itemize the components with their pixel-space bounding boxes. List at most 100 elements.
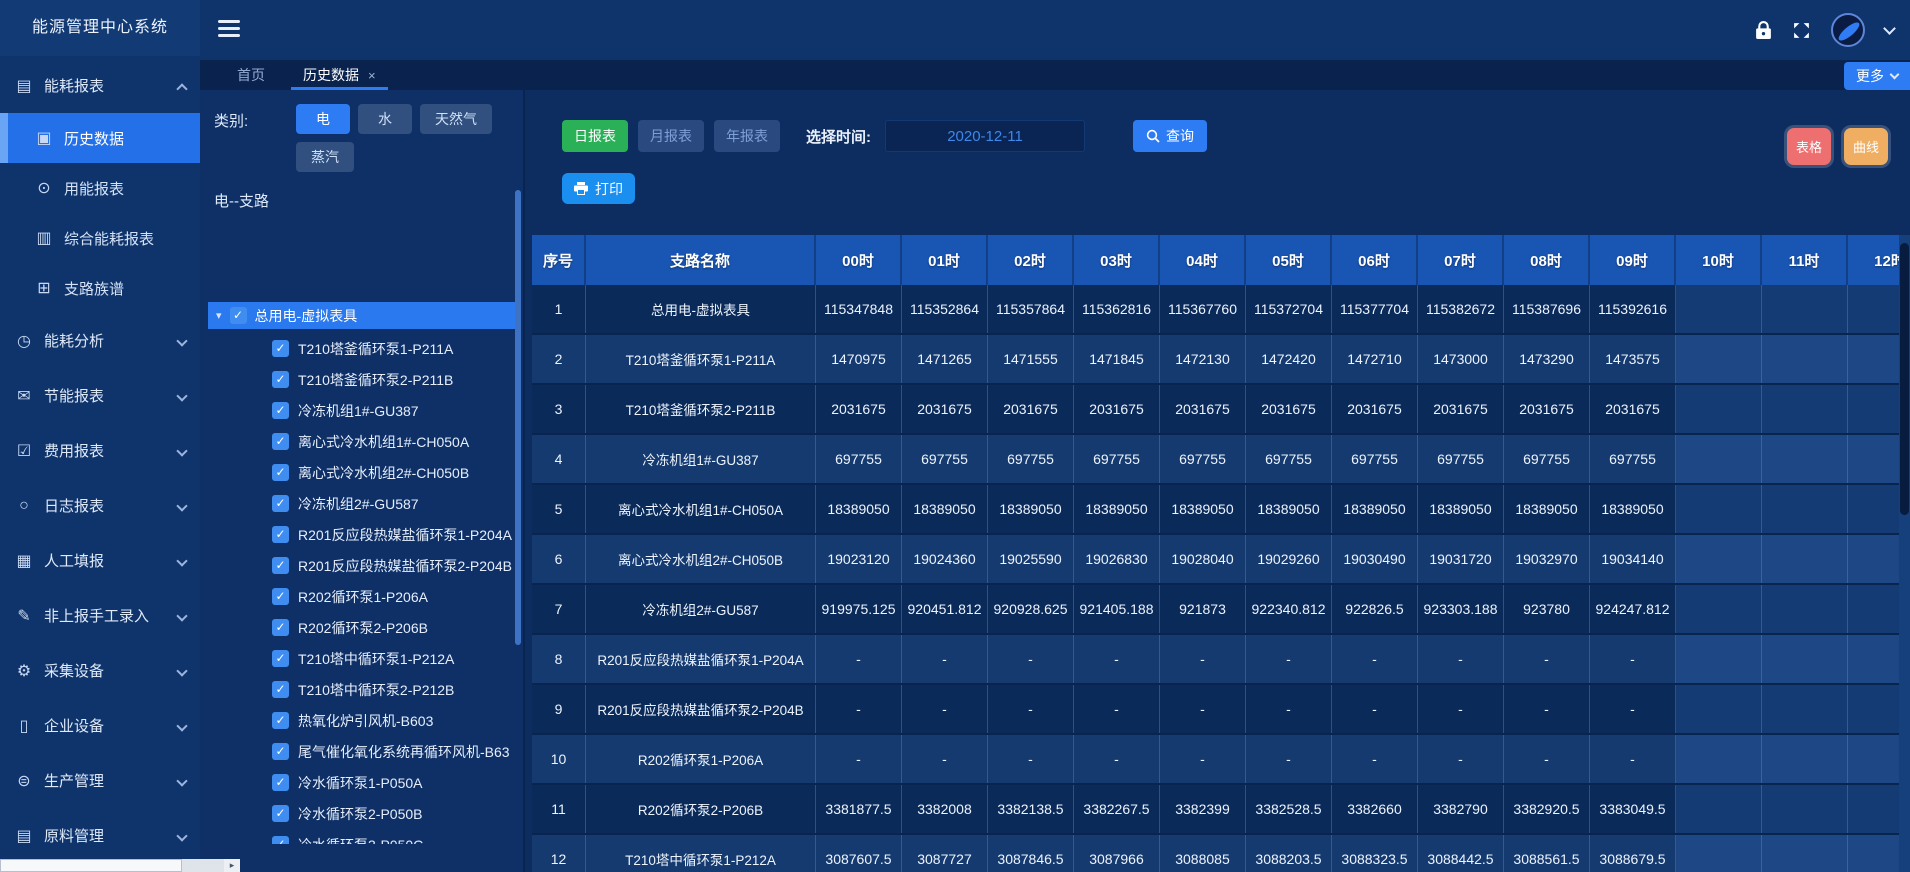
print-button[interactable]: 打印	[562, 173, 635, 204]
value-cell: 921873	[1160, 585, 1246, 633]
tree-node[interactable]: T210塔中循环泵1-P212A	[200, 643, 515, 674]
checkbox[interactable]	[272, 836, 289, 844]
page-tab[interactable]: 历史数据 ×	[291, 60, 388, 90]
checkbox[interactable]	[272, 495, 289, 512]
tree-node[interactable]: R201反应段热媒盐循环泵1-P204A	[200, 519, 515, 550]
tree-node[interactable]: R202循环泵1-P206A	[200, 581, 515, 612]
checkbox-checked[interactable]	[230, 307, 247, 324]
tree-node[interactable]: R201反应段热媒盐循环泵2-P204B	[200, 550, 515, 581]
checkbox[interactable]	[272, 371, 289, 388]
category-button[interactable]: 电	[296, 104, 350, 134]
table-view-button[interactable]: 表格	[1787, 128, 1831, 165]
sidebar-item[interactable]: ▤ 能耗报表	[0, 58, 200, 113]
tree-root-node[interactable]: ▾ 总用电-虚拟表具	[208, 302, 515, 329]
value-cell: 1473575	[1590, 335, 1676, 383]
table-row[interactable]: 5 离心式冷水机组1#-CH050A 18389050 18389050 183…	[532, 485, 1910, 535]
sidebar-item[interactable]: ⊜ 生产管理	[0, 753, 200, 808]
tree-node[interactable]: 尾气催化氧化系统再循环风机-B63	[200, 736, 515, 767]
lock-icon[interactable]	[1755, 21, 1772, 40]
scrollbar-thumb[interactable]	[1900, 243, 1909, 515]
category-button[interactable]: 天然气	[420, 104, 492, 134]
tree-node[interactable]: 冷水循环泵3-P050C	[200, 829, 515, 844]
category-button[interactable]: 水	[358, 104, 412, 134]
table-row[interactable]: 8 R201反应段热媒盐循环泵1-P204A - - - - -	[532, 635, 1910, 685]
sidebar-item[interactable]: ▤ 原料管理	[0, 808, 200, 858]
checkbox[interactable]	[272, 526, 289, 543]
tree-node[interactable]: 冷冻机组2#-GU587	[200, 488, 515, 519]
sidebar-subitem[interactable]: ▥ 综合能耗报表	[0, 213, 200, 263]
user-avatar[interactable]	[1831, 13, 1865, 47]
tree-node[interactable]: 冷冻机组1#-GU387	[200, 395, 515, 426]
sidebar-item[interactable]: ✎ 非上报手工录入	[0, 588, 200, 643]
checkbox[interactable]	[272, 650, 289, 667]
curve-view-button[interactable]: 曲线	[1844, 128, 1888, 165]
scroll-right-arrow-icon[interactable]: ▸	[224, 859, 240, 872]
hamburger-menu-icon[interactable]	[218, 20, 240, 41]
scrollbar-thumb[interactable]	[0, 859, 182, 872]
tree-node[interactable]: 冷水循环泵2-P050B	[200, 798, 515, 829]
sidebar-subitem[interactable]: ⊙ 用能报表	[0, 163, 200, 213]
tree-node[interactable]: 冷水循环泵1-P050A	[200, 767, 515, 798]
tree-node[interactable]: R202循环泵2-P206B	[200, 612, 515, 643]
table-row[interactable]: 12 T210塔中循环泵1-P212A 3087607.5 3087727 30…	[532, 835, 1910, 872]
fullscreen-icon[interactable]	[1792, 21, 1811, 40]
checkbox[interactable]	[272, 619, 289, 636]
branch-name-cell: 冷冻机组2#-GU587	[586, 585, 816, 633]
sidebar-subitem[interactable]: ⊞ 支路族谱	[0, 263, 200, 313]
date-input[interactable]	[885, 120, 1085, 152]
table-row[interactable]: 2 T210塔釜循环泵1-P211A 1470975 1471265 14715…	[532, 335, 1910, 385]
sidebar-item[interactable]: ☑ 费用报表	[0, 423, 200, 478]
table-row[interactable]: 10 R202循环泵1-P206A - - - - -	[532, 735, 1910, 785]
report-type-button[interactable]: 月报表	[638, 120, 704, 152]
sidebar-subitem[interactable]: ▣ 历史数据	[0, 113, 200, 163]
table-row[interactable]: 4 冷冻机组1#-GU387 697755 697755 697755 6977…	[532, 435, 1910, 485]
checkbox[interactable]	[272, 464, 289, 481]
tree-node[interactable]: 离心式冷水机组1#-CH050A	[200, 426, 515, 457]
table-row[interactable]: 9 R201反应段热媒盐循环泵2-P204B - - - - -	[532, 685, 1910, 735]
table-row[interactable]: 3 T210塔釜循环泵2-P211B 2031675 2031675 20316…	[532, 385, 1910, 435]
sidebar-item[interactable]: ◷ 能耗分析	[0, 313, 200, 368]
collection-device-icon: ⚙	[14, 661, 34, 681]
tree-node[interactable]: 热氧化炉引风机-B603	[200, 705, 515, 736]
sidebar-item[interactable]: ▦ 人工填报	[0, 533, 200, 588]
sidebar-horizontal-scrollbar[interactable]: ▸	[0, 859, 240, 872]
table-row[interactable]: 7 冷冻机组2#-GU587 919975.125 920451.812 920…	[532, 585, 1910, 635]
sidebar-item[interactable]: ○ 日志报表	[0, 478, 200, 533]
sidebar-item[interactable]: ▯ 企业设备	[0, 698, 200, 753]
tree-scrollbar-thumb[interactable]	[515, 190, 521, 645]
checkbox[interactable]	[272, 433, 289, 450]
chevron-icon	[176, 665, 187, 676]
tab-close-icon[interactable]: ×	[368, 68, 376, 83]
chevron-down-icon[interactable]	[1883, 22, 1896, 35]
sidebar-item[interactable]: ✉ 节能报表	[0, 368, 200, 423]
table-row[interactable]: 1 总用电-虚拟表具 115347848 115352864 115357864…	[532, 285, 1910, 335]
checkbox[interactable]	[272, 712, 289, 729]
caret-down-icon[interactable]: ▾	[216, 309, 222, 322]
table-row[interactable]: 6 离心式冷水机组2#-CH050B 19023120 19024360 190…	[532, 535, 1910, 585]
checkbox[interactable]	[272, 402, 289, 419]
category-button[interactable]: 蒸汽	[296, 142, 354, 172]
checkbox[interactable]	[272, 743, 289, 760]
checkbox[interactable]	[272, 588, 289, 605]
checkbox[interactable]	[272, 340, 289, 357]
value-cell: -	[988, 735, 1074, 783]
checkbox[interactable]	[272, 681, 289, 698]
tree-node[interactable]: T210塔中循环泵2-P212B	[200, 674, 515, 705]
more-button[interactable]: 更多	[1844, 62, 1910, 90]
table-vertical-scrollbar[interactable]	[1899, 235, 1910, 872]
sidebar-item[interactable]: ⚙ 采集设备	[0, 643, 200, 698]
report-type-button[interactable]: 年报表	[714, 120, 780, 152]
checkbox[interactable]	[272, 774, 289, 791]
sidebar-item-label: 费用报表	[44, 440, 104, 461]
query-button[interactable]: 查询	[1133, 120, 1207, 152]
page-tab[interactable]: 首页 ×	[225, 60, 277, 90]
tree-node[interactable]: T210塔釜循环泵2-P211B	[200, 364, 515, 395]
tree-node[interactable]: T210塔釜循环泵1-P211A	[200, 333, 515, 364]
category-selector: 类别: 电 水 天然气 蒸汽	[200, 104, 523, 172]
checkbox[interactable]	[272, 557, 289, 574]
row-index-cell: 9	[532, 685, 586, 733]
report-type-button[interactable]: 日报表	[562, 120, 628, 152]
checkbox[interactable]	[272, 805, 289, 822]
table-row[interactable]: 11 R202循环泵2-P206B 3381877.5 3382008 3382…	[532, 785, 1910, 835]
tree-node[interactable]: 离心式冷水机组2#-CH050B	[200, 457, 515, 488]
